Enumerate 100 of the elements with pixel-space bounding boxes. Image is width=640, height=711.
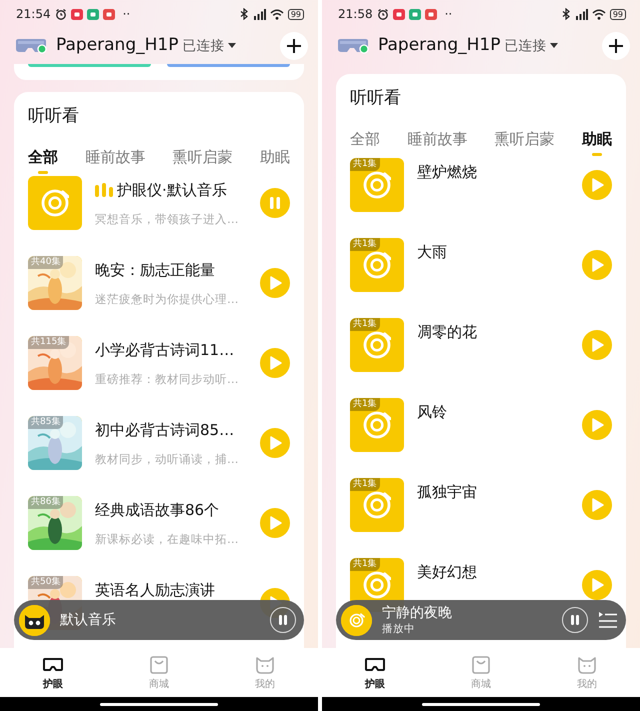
track-description: 冥想音乐，带领孩子进入… (95, 211, 240, 227)
play-button[interactable] (260, 508, 290, 538)
more-notifications-indicator: ·· (122, 6, 130, 23)
add-button[interactable] (602, 32, 630, 60)
episode-count-badge: 共115集 (28, 336, 70, 349)
play-button[interactable] (260, 428, 290, 458)
notification-icon (392, 8, 405, 20)
cat-avatar-icon (19, 604, 50, 636)
connection-dropdown[interactable]: 已连接 (182, 36, 236, 56)
episode-count-badge: 共40集 (28, 256, 64, 269)
episode-count-badge: 共1集 (350, 398, 380, 411)
play-button[interactable] (582, 330, 612, 360)
wifi-icon (270, 8, 284, 20)
track-title[interactable]: 英语名人励志演讲 (95, 579, 215, 601)
category-tab[interactable]: 熏听启蒙 (494, 128, 555, 158)
disc-icon (363, 331, 391, 359)
notification-icon (86, 8, 99, 20)
play-button[interactable] (582, 170, 612, 200)
tab-bar-item[interactable]: 护眼 (0, 648, 106, 697)
bluetooth-icon (562, 8, 570, 20)
battery-indicator: 99 (610, 8, 626, 20)
episode-count-badge: 共86集 (28, 496, 64, 509)
track-title[interactable]: 晚安：励志正能量 (95, 259, 215, 281)
disc-icon (363, 411, 391, 439)
alarm-icon (54, 8, 67, 20)
episode-count-badge: 共1集 (350, 238, 380, 251)
disc-icon (363, 571, 391, 599)
battery-indicator: 99 (288, 8, 304, 20)
clock-time: 21:58 (338, 6, 373, 23)
disc-icon (363, 171, 391, 199)
category-tab[interactable]: 全部 (28, 146, 58, 176)
caret-icon (550, 43, 558, 49)
category-tab[interactable]: 助眠 (582, 128, 612, 158)
home-indicator[interactable] (100, 702, 218, 706)
category-tab[interactable]: 熏听启蒙 (172, 146, 233, 176)
play-button[interactable] (260, 348, 290, 378)
pause-icon (568, 613, 582, 627)
play-button[interactable] (582, 490, 612, 520)
episode-count-badge: 共1集 (350, 558, 380, 571)
notification-icon (102, 8, 115, 20)
play-button[interactable] (582, 570, 612, 600)
track-description: 重磅推荐：教材同步动听… (95, 371, 240, 387)
episode-count-badge: 共85集 (28, 416, 64, 429)
cat-face-icon (254, 654, 276, 675)
wifi-icon (592, 8, 606, 20)
track-title[interactable]: 风铃 (417, 401, 447, 423)
play-button[interactable] (260, 268, 290, 298)
category-tab[interactable]: 全部 (350, 128, 380, 158)
track-title[interactable]: 护眼仪·默认音乐 (117, 179, 227, 201)
track-title[interactable]: 凋零的花 (417, 321, 477, 343)
clock-time: 21:54 (16, 6, 51, 23)
playlist-icon (598, 611, 618, 629)
disc-icon (41, 189, 69, 217)
section-title: 听听看 (350, 87, 402, 110)
plus-icon (609, 39, 623, 53)
track-title[interactable]: 初中必背古诗词85… (95, 419, 234, 441)
category-tab[interactable]: 睡前故事 (85, 146, 146, 176)
track-title[interactable]: 壁炉燃烧 (417, 161, 477, 183)
tab-bar-item[interactable]: 护眼 (322, 648, 428, 697)
playlist-button[interactable] (598, 611, 618, 629)
pause-icon (276, 613, 290, 627)
equalizer-icon (95, 183, 113, 197)
episode-count-badge: 共1集 (350, 158, 380, 171)
bluetooth-icon (240, 8, 248, 20)
category-tab[interactable]: 助眠 (260, 146, 290, 176)
category-tab[interactable]: 睡前故事 (407, 128, 468, 158)
track-title[interactable]: 小学必背古诗词11… (95, 339, 234, 361)
cat-face-icon (576, 654, 598, 675)
notification-icon (424, 8, 437, 20)
episode-count-badge: 共1集 (350, 478, 380, 491)
signal-icon (252, 8, 266, 20)
notification-icon (408, 8, 421, 20)
track-title[interactable]: 美好幻想 (417, 561, 477, 583)
disc-icon (363, 251, 391, 279)
disc-icon (363, 491, 391, 519)
episode-count-badge: 共50集 (28, 576, 64, 589)
alarm-icon (376, 8, 389, 20)
pause-button[interactable] (562, 607, 588, 633)
track-title[interactable]: 大雨 (417, 241, 447, 263)
track-title[interactable]: 孤独宇宙 (417, 481, 477, 503)
play-button[interactable] (582, 250, 612, 280)
shopping-bag-icon (470, 654, 492, 675)
track-title[interactable]: 经典成语故事86个 (95, 499, 220, 521)
track-description: 新课标必读，在趣味中拓… (95, 531, 240, 547)
connection-dropdown[interactable]: 已连接 (504, 36, 558, 56)
device-name: Paperang_H1P (56, 34, 178, 58)
now-playing-title: 默认音乐 (60, 611, 117, 629)
track-description: 迷茫疲惫时为你提供心理… (95, 291, 240, 307)
play-button[interactable] (582, 410, 612, 440)
disc-icon (341, 604, 372, 636)
more-notifications-indicator: ·· (444, 6, 452, 23)
shopping-bag-icon (148, 654, 170, 675)
playback-status: 播放中 (382, 622, 416, 636)
track-description: 教材同步，动听诵读，捕… (95, 451, 240, 467)
home-indicator[interactable] (422, 702, 540, 706)
pause-button[interactable] (270, 607, 296, 633)
caret-icon (228, 43, 236, 49)
notification-icon (70, 8, 83, 20)
device-name: Paperang_H1P (378, 34, 500, 58)
add-button[interactable] (280, 32, 308, 60)
